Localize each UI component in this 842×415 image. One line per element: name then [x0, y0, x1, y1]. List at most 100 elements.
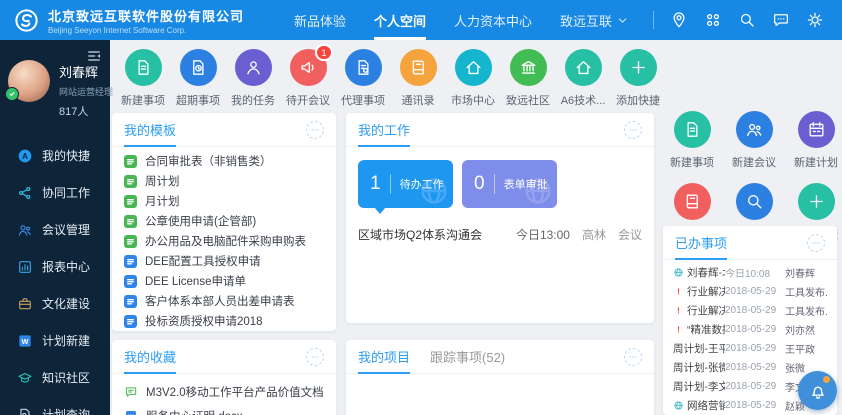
- logo[interactable]: 北京致远互联软件股份有限公司 Beijing Seeyon Internet S…: [0, 6, 244, 35]
- horn-icon: [299, 58, 318, 77]
- favorite-item[interactable]: W 服务中心证明.docx: [124, 404, 324, 415]
- done-item-title: 网络营销部...: [687, 398, 725, 413]
- nav-item-label: 新品体验: [294, 11, 346, 30]
- done-item-person: 工具发布.: [785, 303, 827, 318]
- chart-icon: [17, 259, 33, 275]
- sidebar-item[interactable]: 会议管理: [0, 211, 110, 248]
- template-item[interactable]: 公章使用申请(企管部): [124, 211, 324, 231]
- favorite-item[interactable]: M3V2.0移动工作平台产品价值文档: [124, 380, 324, 404]
- search-icon[interactable]: [738, 11, 756, 29]
- template-item[interactable]: 合同审批表（非销售类）: [124, 151, 324, 171]
- meeting-time: 今日13:00: [516, 226, 570, 243]
- shortcut[interactable]: 添加快捷: [614, 49, 662, 108]
- shortcut-label: 市场中心: [451, 92, 495, 108]
- panel-title: 我的工作: [358, 113, 410, 147]
- check-icon: [5, 87, 19, 101]
- more-icon[interactable]: [807, 234, 825, 252]
- shortcut[interactable]: A6技术...: [559, 49, 607, 108]
- done-item[interactable]: ! 行业解决方... 2018-05-29 工具发布.: [663, 282, 837, 301]
- quick-action[interactable]: 新建计划: [787, 111, 842, 170]
- globe-icon: [673, 400, 684, 411]
- nav-item[interactable]: 个人空间: [360, 0, 440, 40]
- more-icon[interactable]: [624, 348, 642, 366]
- done-item-title: 周计划-张微-...: [673, 360, 725, 375]
- work-stat-card[interactable]: 1 待办工作: [358, 160, 453, 208]
- quick-action[interactable]: 新建会议: [725, 111, 783, 170]
- w-square-icon: W: [17, 333, 33, 349]
- done-item-person: 刘春辉: [785, 265, 827, 280]
- more-icon[interactable]: [624, 121, 642, 139]
- template-item[interactable]: 周计划: [124, 171, 324, 191]
- my-work-panel: 我的工作 1 待办工作 0 表单审批 区域市场Q2体: [346, 113, 654, 323]
- collapse-icon[interactable]: [86, 48, 102, 64]
- member-count: 817人: [59, 103, 113, 119]
- doc-lines-icon: [124, 235, 137, 248]
- app-header: 北京致远互联软件股份有限公司 Beijing Seeyon Internet S…: [0, 0, 842, 40]
- doc-clock-icon: [189, 58, 208, 77]
- shortcut[interactable]: 新建事项: [119, 49, 167, 108]
- nav-item[interactable]: 人力资本中心: [440, 0, 546, 40]
- globe-icon: [673, 267, 684, 278]
- done-item[interactable]: ! “精准数据... 2018-05-29 刘亦然: [663, 320, 837, 339]
- tab[interactable]: 我的项目: [358, 340, 410, 374]
- nav-item[interactable]: 新品体验: [280, 0, 360, 40]
- sidebar-item[interactable]: 协同工作: [0, 174, 110, 211]
- done-item[interactable]: ! 行业解决方... 2018-05-29 工具发布.: [663, 301, 837, 320]
- template-item[interactable]: 客户体系本部人员出差申请表: [124, 291, 324, 311]
- sidebar-item[interactable]: 知识社区: [0, 359, 110, 396]
- more-icon[interactable]: [306, 348, 324, 366]
- meeting-title: 区域市场Q2体系沟通会: [358, 226, 516, 243]
- tab[interactable]: 跟踪事项(52): [430, 340, 505, 374]
- template-label: 客户体系本部人员出差申请表: [145, 293, 295, 309]
- grad-cap-icon: [17, 370, 33, 386]
- doc-lines-icon: [124, 315, 137, 328]
- shortcut[interactable]: 我的任务: [229, 49, 277, 108]
- gear-icon[interactable]: [806, 11, 824, 29]
- sidebar-item-label: 报表中心: [42, 258, 90, 275]
- done-item[interactable]: 周计划-王平... 2018-05-29 王平政: [663, 339, 837, 358]
- done-item[interactable]: 刘春辉-北... 今日10:08 刘春辉: [663, 263, 837, 282]
- shortcut-label: 通讯录: [402, 92, 435, 108]
- sidebar-item[interactable]: 报表中心: [0, 248, 110, 285]
- nav-item-label: 致远互联: [560, 11, 612, 30]
- nav-item[interactable]: 致远互联: [546, 0, 643, 40]
- notification-dot: [823, 376, 830, 383]
- template-label: 月计划: [145, 193, 180, 209]
- member-pin-icon[interactable]: [670, 11, 688, 29]
- home-icon: [464, 58, 483, 77]
- shortcut[interactable]: 代理事项: [339, 49, 387, 108]
- notifications-button[interactable]: [798, 371, 837, 410]
- template-item[interactable]: 办公用品及电脑配件采购申购表: [124, 231, 324, 251]
- calendar-icon: [807, 120, 826, 139]
- sidebar-item-label: 协同工作: [42, 184, 90, 201]
- more-icon[interactable]: [306, 121, 324, 139]
- seeyon-logo-icon: [13, 7, 40, 34]
- svg-text:!: !: [677, 307, 680, 316]
- chat-icon[interactable]: [772, 11, 790, 29]
- shortcut[interactable]: 超期事项: [174, 49, 222, 108]
- main-content: 新建事项 超期事项 我的任务 1: [110, 40, 842, 415]
- meeting-row[interactable]: 区域市场Q2体系沟通会 今日13:00 高林 会议: [346, 216, 654, 253]
- shortcut[interactable]: 1 待开会议: [284, 49, 332, 108]
- shortcut[interactable]: 通讯录: [394, 49, 442, 108]
- template-item[interactable]: DEE配置工具授权申请: [124, 251, 324, 271]
- svg-text:A: A: [22, 151, 28, 160]
- shortcut[interactable]: 市场中心: [449, 49, 497, 108]
- work-stat-card[interactable]: 0 表单审批: [462, 160, 557, 208]
- shortcut-label: 代理事项: [341, 92, 385, 108]
- sidebar-item[interactable]: W 计划新建: [0, 322, 110, 359]
- quick-action[interactable]: 新建事项: [663, 111, 721, 170]
- shortcut[interactable]: 致远社区: [504, 49, 552, 108]
- template-item[interactable]: 月计划: [124, 191, 324, 211]
- word-icon: W: [124, 409, 138, 415]
- sidebar-item[interactable]: 文化建设: [0, 285, 110, 322]
- sidebar-item[interactable]: 计划查询: [0, 396, 110, 415]
- exclamation-icon: !: [673, 305, 684, 316]
- panel-title: 我的模板: [124, 113, 176, 147]
- sidebar-item[interactable]: A 我的快捷: [0, 137, 110, 174]
- project-tabs: 我的项目 跟踪事项(52): [358, 340, 505, 373]
- shortcut-label: A6技术...: [561, 92, 606, 108]
- template-item[interactable]: DEE License申请单: [124, 271, 324, 291]
- template-item[interactable]: 投标资质授权申请2018: [124, 311, 324, 331]
- apps-grid-icon[interactable]: [704, 11, 722, 29]
